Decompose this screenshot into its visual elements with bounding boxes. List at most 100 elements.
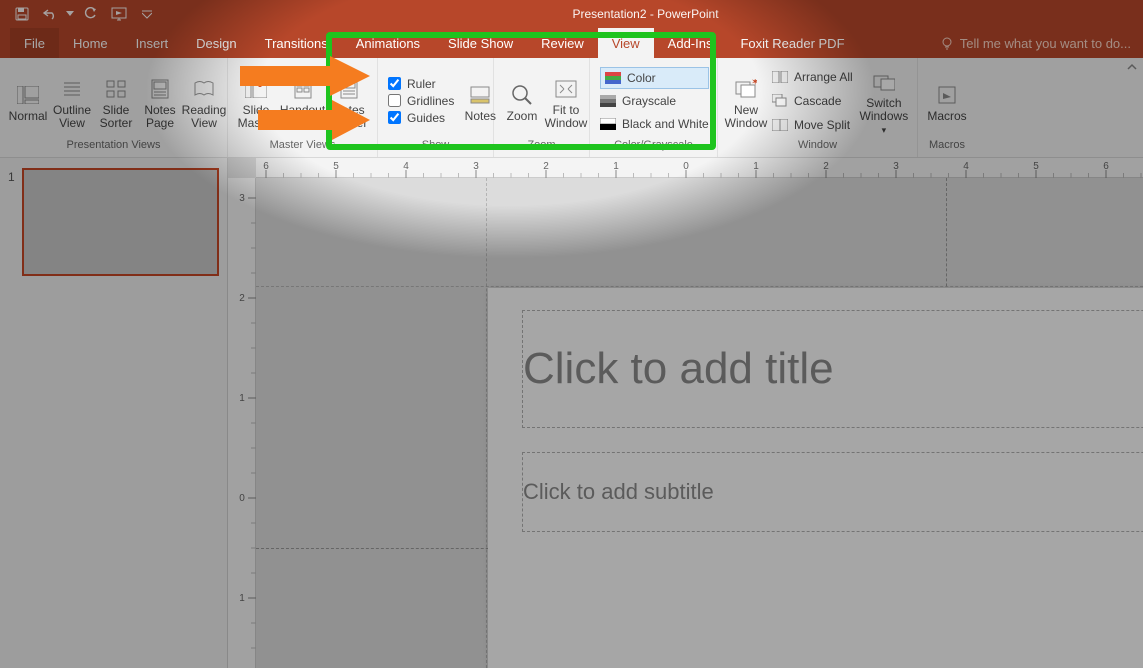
macros-button[interactable]: Macros <box>924 78 970 123</box>
customize-qat-icon[interactable] <box>138 2 156 26</box>
slide-number: 1 <box>8 168 22 276</box>
cascade-button[interactable]: Cascade <box>772 90 853 112</box>
group-label: Zoom <box>494 139 589 157</box>
horizontal-ruler[interactable]: 6543210123456 <box>256 158 1143 178</box>
svg-text:1: 1 <box>613 161 619 172</box>
title-placeholder[interactable]: Click to add title <box>522 310 1143 428</box>
chevron-down-icon: ▾ <box>882 125 887 135</box>
move-split-button[interactable]: Move Split <box>772 114 853 136</box>
gridlines-checkbox[interactable]: Gridlines <box>388 94 454 108</box>
notes-page-icon <box>149 78 171 100</box>
svg-text:4: 4 <box>403 161 409 172</box>
collapse-ribbon-icon[interactable] <box>1125 60 1139 74</box>
svg-text:0: 0 <box>239 493 245 504</box>
tab-design[interactable]: Design <box>182 28 250 58</box>
svg-text:2: 2 <box>823 161 829 172</box>
svg-text:1: 1 <box>239 393 245 404</box>
svg-text:3: 3 <box>893 161 899 172</box>
edit-stage[interactable]: Click to add title Click to add subtitle <box>256 178 1143 668</box>
zoom-button[interactable]: Zoom <box>500 78 544 123</box>
notes-master-icon <box>338 78 360 100</box>
group-label: Presentation Views <box>0 139 227 157</box>
grayscale-button[interactable]: Grayscale <box>600 90 709 112</box>
group-label: Window <box>718 139 917 157</box>
slide-thumbnail-pane[interactable]: 1 <box>0 158 228 668</box>
arrange-all-icon <box>772 70 788 84</box>
redo-icon[interactable] <box>76 2 104 26</box>
fit-window-icon <box>555 78 577 100</box>
group-label: Show <box>378 139 493 157</box>
handout-master-button[interactable]: Handout Master <box>278 72 327 130</box>
slide-master-button[interactable]: Slide Master <box>234 72 278 130</box>
tab-review[interactable]: Review <box>527 28 598 58</box>
tab-insert[interactable]: Insert <box>122 28 183 58</box>
undo-icon[interactable] <box>36 2 64 26</box>
arrange-all-button[interactable]: Arrange All <box>772 66 853 88</box>
group-presentation-views: Normal Outline View Slide Sorter Notes P… <box>0 58 228 157</box>
group-show: Ruler Gridlines Guides Notes Show <box>378 58 494 157</box>
tab-addins[interactable]: Add-Ins <box>654 28 727 58</box>
start-slideshow-icon[interactable] <box>104 2 138 26</box>
group-color-grayscale: Color Grayscale Black and White Color/Gr… <box>590 58 718 157</box>
ribbon: Normal Outline View Slide Sorter Notes P… <box>0 58 1143 158</box>
tab-home[interactable]: Home <box>59 28 122 58</box>
horizontal-guide[interactable] <box>256 286 1143 287</box>
reading-view-button[interactable]: Reading View <box>182 72 226 130</box>
move-split-icon <box>772 118 788 132</box>
tab-view[interactable]: View <box>598 28 654 58</box>
zoom-icon <box>511 84 533 106</box>
normal-view-button[interactable]: Normal <box>6 78 50 123</box>
color-button[interactable]: Color <box>600 67 709 89</box>
cascade-icon <box>772 94 788 108</box>
group-label: Color/Grayscale <box>590 139 717 157</box>
svg-text:1: 1 <box>239 593 245 604</box>
group-label: Macros <box>918 139 976 157</box>
tab-foxit[interactable]: Foxit Reader PDF <box>726 28 858 58</box>
notes-master-button[interactable]: Notes Master <box>327 72 371 130</box>
switch-windows-button[interactable]: Switch Windows ▾ <box>857 65 911 137</box>
tell-me-search[interactable]: Tell me what you want to do... <box>940 28 1131 58</box>
bw-swatch-icon <box>600 117 616 131</box>
fit-to-window-button[interactable]: Fit to Window <box>544 72 588 130</box>
qat-dropdown-icon[interactable] <box>64 2 76 26</box>
tab-slide-show[interactable]: Slide Show <box>434 28 527 58</box>
svg-text:✶: ✶ <box>751 79 757 88</box>
black-white-button[interactable]: Black and White <box>600 113 709 135</box>
tab-file[interactable]: File <box>10 28 59 58</box>
slide-thumbnail[interactable]: 1 <box>8 168 219 276</box>
slide-master-icon <box>245 78 267 100</box>
svg-text:5: 5 <box>333 161 339 172</box>
outline-view-button[interactable]: Outline View <box>50 72 94 130</box>
tab-animations[interactable]: Animations <box>342 28 434 58</box>
macros-icon <box>936 84 958 106</box>
slide-sorter-button[interactable]: Slide Sorter <box>94 72 138 130</box>
svg-text:5: 5 <box>1033 161 1039 172</box>
svg-text:2: 2 <box>543 161 549 172</box>
color-swatch-icon <box>605 71 621 85</box>
slide[interactable]: Click to add title Click to add subtitle <box>488 288 1143 668</box>
ruler-checkbox[interactable]: Ruler <box>388 77 454 91</box>
svg-text:3: 3 <box>473 161 479 172</box>
tab-transitions[interactable]: Transitions <box>251 28 342 58</box>
new-window-icon: ✶ <box>735 78 757 100</box>
svg-text:6: 6 <box>263 161 269 172</box>
vertical-guide[interactable] <box>486 178 487 668</box>
vertical-ruler[interactable]: 3210123 <box>228 178 256 668</box>
group-label: Master Views <box>228 139 377 157</box>
group-master-views: Slide Master Handout Master Notes Master… <box>228 58 378 157</box>
guides-checkbox[interactable]: Guides <box>388 111 454 125</box>
subtitle-placeholder[interactable]: Click to add subtitle <box>522 452 1143 532</box>
grayscale-swatch-icon <box>600 94 616 108</box>
new-window-button[interactable]: ✶ New Window <box>724 72 768 130</box>
svg-text:6: 6 <box>1103 161 1109 172</box>
lightbulb-icon <box>940 36 954 50</box>
notes-page-button[interactable]: Notes Page <box>138 72 182 130</box>
window-title: Presentation2 - PowerPoint <box>156 7 1135 21</box>
save-icon[interactable] <box>8 2 36 26</box>
slide-canvas-area: 6543210123456 3210123 Click to add title… <box>228 158 1143 668</box>
normal-view-icon <box>17 84 39 106</box>
handout-master-icon <box>292 78 314 100</box>
slide-sorter-icon <box>105 78 127 100</box>
workspace: 1 6543210123456 3210123 Click to add tit… <box>0 158 1143 668</box>
reading-view-icon <box>193 78 215 100</box>
